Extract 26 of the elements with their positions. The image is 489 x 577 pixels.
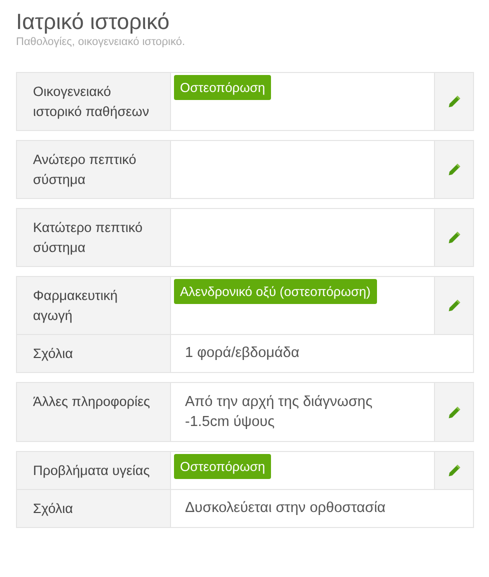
field-label: Άλλες πληροφορίες	[17, 383, 170, 441]
pencil-icon	[448, 464, 460, 477]
page-subtitle: Παθολογίες, οικογενειακό ιστορικό.	[16, 36, 186, 48]
edit-button[interactable]	[434, 209, 473, 266]
pencil-icon	[448, 163, 460, 176]
edit-button[interactable]	[434, 277, 473, 334]
field-label: Ανώτερο πεπτικό σύστημα	[17, 141, 170, 198]
field-label: Κατώτερο πεπτικό σύστημα	[17, 209, 170, 266]
pencil-icon	[448, 406, 460, 418]
pencil-icon	[448, 299, 460, 312]
field-value: Από την αρχή της διάγνωσης -1.5cm ύψους	[184, 393, 374, 432]
edit-button[interactable]	[434, 383, 473, 441]
field-label: Προβλήματα υγείας	[17, 452, 170, 489]
pencil-icon	[448, 231, 460, 244]
field-label: Φαρμακευτική αγωγή	[17, 277, 170, 334]
tag: Οστεοπόρωση	[174, 454, 272, 479]
field-label: Οικογενειακό ιστορικό παθήσεων	[17, 73, 170, 130]
field-label: Σχόλια	[17, 490, 170, 527]
tag: Οστεοπόρωση	[174, 75, 272, 100]
page-title: Ιατρικό ιστορικό	[16, 8, 170, 36]
field-label: Σχόλια	[17, 335, 170, 372]
tag: Αλενδρονικό οξύ (οστεοπόρωση)	[174, 279, 377, 304]
pencil-icon	[448, 95, 460, 108]
edit-button[interactable]	[434, 73, 473, 130]
edit-button[interactable]	[434, 452, 473, 489]
edit-button[interactable]	[434, 141, 473, 198]
